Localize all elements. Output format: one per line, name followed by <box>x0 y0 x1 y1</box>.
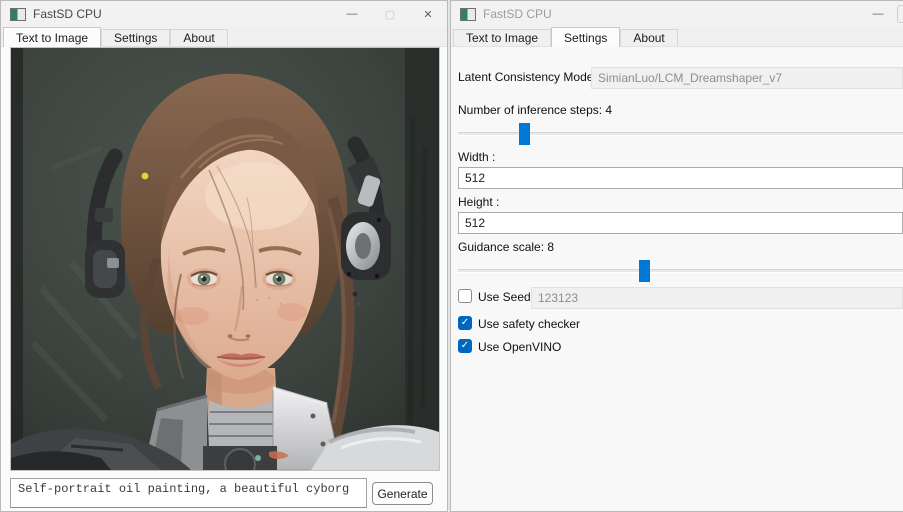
steps-slider-thumb[interactable] <box>519 123 530 145</box>
tab-settings[interactable]: Settings <box>101 29 170 46</box>
checkmark-icon: ✓ <box>461 341 469 351</box>
tab-settings[interactable]: Settings <box>551 27 620 47</box>
height-label: Height : <box>458 195 499 209</box>
openvino-checkbox[interactable]: ✓ <box>458 339 472 353</box>
window-controls: — ✕ <box>859 1 903 27</box>
cyborg-portrait-art <box>11 48 439 470</box>
app-icon <box>10 8 26 21</box>
window-title: FastSD CPU <box>483 7 552 21</box>
width-label: Width : <box>458 150 495 164</box>
tab-about[interactable]: About <box>620 29 677 46</box>
steps-label: Number of inference steps: 4 <box>458 103 612 117</box>
text-to-image-panel: Generate <box>1 47 447 512</box>
maximize-button[interactable]: ▢ <box>371 1 409 27</box>
window-title: FastSD CPU <box>33 7 102 21</box>
window-settings: FastSD CPU — ✕ Text to Image Settings Ab… <box>450 0 903 512</box>
close-button[interactable]: ✕ <box>409 1 447 27</box>
openvino-label: Use OpenVINO <box>478 340 561 354</box>
tab-about[interactable]: About <box>170 29 227 46</box>
steps-slider[interactable] <box>458 123 903 145</box>
prompt-input[interactable] <box>10 478 367 508</box>
window-text-to-image: FastSD CPU — ▢ ✕ Text to Image Settings … <box>0 0 448 512</box>
safety-checker-label: Use safety checker <box>478 317 580 331</box>
tab-text-to-image[interactable]: Text to Image <box>453 29 551 46</box>
width-input[interactable] <box>458 167 903 189</box>
titlebar[interactable]: FastSD CPU — ✕ <box>451 1 903 27</box>
tab-bar: Text to Image Settings About <box>1 27 447 47</box>
tab-bar: Text to Image Settings About <box>451 27 903 47</box>
settings-panel: Latent Consistency Model: Number of infe… <box>451 47 903 512</box>
model-label: Latent Consistency Model: <box>458 70 599 84</box>
use-seed-checkbox[interactable] <box>458 289 472 303</box>
height-input[interactable] <box>458 212 903 234</box>
seed-input[interactable] <box>531 287 903 309</box>
guidance-slider-thumb[interactable] <box>639 260 650 282</box>
maximize-button[interactable] <box>897 5 903 23</box>
generated-image <box>10 47 440 471</box>
model-field <box>591 67 903 89</box>
tab-text-to-image[interactable]: Text to Image <box>3 27 101 47</box>
guidance-slider-track[interactable] <box>458 269 903 273</box>
guidance-slider[interactable] <box>458 260 903 282</box>
minimize-button[interactable]: — <box>859 1 897 27</box>
checkmark-icon: ✓ <box>461 318 469 328</box>
titlebar[interactable]: FastSD CPU — ▢ ✕ <box>1 1 447 27</box>
use-seed-label: Use Seed <box>478 290 531 304</box>
window-controls: — ▢ ✕ <box>333 1 447 27</box>
app-icon <box>460 8 476 21</box>
safety-checker-checkbox[interactable]: ✓ <box>458 316 472 330</box>
generate-button[interactable]: Generate <box>372 482 433 505</box>
minimize-button[interactable]: — <box>333 1 371 27</box>
guidance-label: Guidance scale: 8 <box>458 240 554 254</box>
